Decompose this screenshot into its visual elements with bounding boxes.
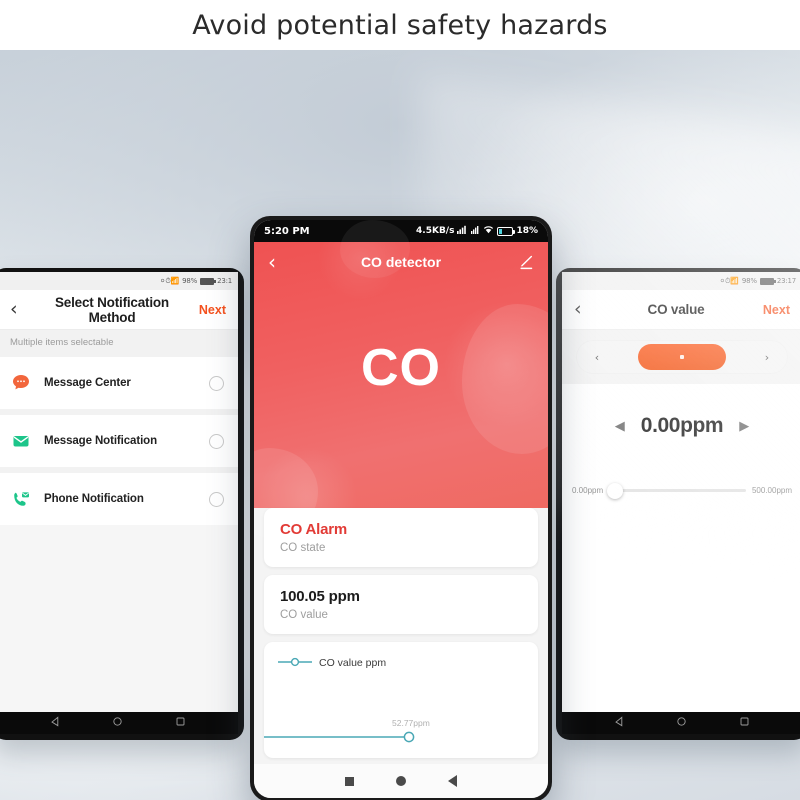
list-item-label: Message Center bbox=[44, 377, 131, 389]
scene-background: ⚪⏱📶 98% 23:1 ‹ Select Notification Metho… bbox=[0, 50, 800, 800]
right-phone: ⚪⏱📶 98% 23:17 ‹ CO value Next ‹ › ◀ 0.00… bbox=[556, 268, 800, 740]
chart-legend: CO value ppm bbox=[264, 654, 538, 672]
phone-message-icon bbox=[10, 488, 32, 510]
left-appbar: ‹ Select Notification Method Next bbox=[0, 290, 238, 330]
left-phone: ⚪⏱📶 98% 23:1 ‹ Select Notification Metho… bbox=[0, 268, 244, 740]
co-value-body: ◀ 0.00ppm ▶ 0.00ppm 500.00ppm bbox=[562, 384, 800, 714]
battery-pct: 18% bbox=[516, 226, 538, 236]
chevron-right-small-icon[interactable]: › bbox=[758, 351, 776, 364]
chevron-left-small-icon[interactable]: ‹ bbox=[588, 351, 606, 364]
next-button[interactable]: Next bbox=[756, 303, 790, 317]
center-phone: 5:20 PM 4.5KB/s 18% CO ‹ CO detector CO … bbox=[250, 216, 552, 800]
left-battery-pct: 98% bbox=[182, 277, 198, 285]
left-navbar bbox=[0, 712, 238, 734]
recents-square-icon[interactable] bbox=[345, 776, 354, 786]
message-bubble-icon bbox=[10, 372, 32, 394]
slider-track[interactable] bbox=[607, 482, 746, 499]
card-co-state[interactable]: CO Alarm CO state bbox=[264, 508, 538, 567]
signal-bars-icon bbox=[457, 225, 468, 237]
co-value-slider[interactable]: 0.00ppm 500.00ppm bbox=[562, 438, 800, 499]
battery-icon bbox=[759, 277, 776, 285]
banner: Avoid potential safety hazards bbox=[0, 0, 800, 50]
legend-label: CO value ppm bbox=[319, 657, 387, 669]
battery-icon bbox=[200, 277, 217, 285]
center-content: CO Alarm CO state 100.05 ppm CO value CO… bbox=[254, 508, 548, 758]
recents-square-icon[interactable] bbox=[739, 714, 750, 732]
segment-active-pill[interactable] bbox=[638, 344, 726, 370]
list-item-label: Message Notification bbox=[44, 435, 158, 447]
legend-marker-icon bbox=[278, 654, 312, 672]
slider-max-label: 500.00ppm bbox=[751, 486, 792, 495]
left-phone-screen: ⚪⏱📶 98% 23:1 ‹ Select Notification Metho… bbox=[0, 272, 238, 714]
battery-icon bbox=[497, 226, 516, 236]
co-logo-text: CO bbox=[361, 339, 441, 397]
right-phone-screen: ⚪⏱📶 98% 23:17 ‹ CO value Next ‹ › ◀ 0.00… bbox=[562, 272, 800, 714]
list-item-message-notification[interactable]: Message Notification bbox=[0, 415, 238, 467]
right-statusbar: ⚪⏱📶 98% 23:17 bbox=[562, 272, 800, 290]
card-co-chart[interactable]: CO value ppm 52.77ppm bbox=[264, 642, 538, 758]
chart-svg bbox=[264, 731, 415, 743]
back-triangle-icon[interactable] bbox=[50, 714, 61, 732]
home-circle-icon[interactable] bbox=[676, 714, 687, 732]
co-alarm-label: CO state bbox=[280, 542, 326, 554]
home-circle-icon[interactable] bbox=[112, 714, 123, 732]
radio-button[interactable] bbox=[209, 433, 224, 449]
chevron-left-icon[interactable]: ‹ bbox=[268, 252, 292, 272]
list-item-phone-notification[interactable]: Phone Notification bbox=[0, 473, 238, 525]
card-co-value[interactable]: 100.05 ppm CO value bbox=[264, 575, 538, 634]
radio-button[interactable] bbox=[209, 375, 224, 391]
left-statusbar: ⚪⏱📶 98% 23:1 bbox=[0, 272, 238, 290]
page-title: Select Notification Method bbox=[55, 294, 169, 325]
left-statusbar-icons: ⚪⏱📶 bbox=[159, 276, 180, 285]
chart-plot-area: 52.77ppm bbox=[264, 676, 538, 758]
center-navbar bbox=[254, 764, 548, 798]
page-title: CO detector bbox=[360, 254, 442, 270]
triangle-right-icon[interactable]: ▶ bbox=[739, 419, 749, 434]
right-appbar: ‹ CO value Next bbox=[562, 290, 800, 330]
slider-knob[interactable] bbox=[607, 482, 624, 499]
segment-pill-dot bbox=[680, 355, 684, 359]
right-clock: 23:17 bbox=[776, 277, 796, 285]
center-appbar: ‹ CO detector bbox=[254, 242, 548, 282]
co-value-stepper: ◀ 0.00ppm ▶ bbox=[562, 414, 800, 438]
triangle-left-icon[interactable]: ◀ bbox=[615, 419, 625, 434]
co-value-label: CO value bbox=[280, 609, 328, 621]
envelope-icon bbox=[10, 430, 32, 452]
next-button[interactable]: Next bbox=[192, 303, 226, 317]
radio-button[interactable] bbox=[209, 491, 224, 507]
back-triangle-icon[interactable] bbox=[614, 714, 625, 732]
selection-hint: Multiple items selectable bbox=[0, 330, 238, 357]
list-item-message-center[interactable]: Message Center bbox=[0, 357, 238, 409]
chevron-left-icon[interactable]: ‹ bbox=[10, 300, 32, 319]
signal-bars-secondary-icon bbox=[471, 225, 480, 237]
notification-method-list: Message Center Message Notification Phon… bbox=[0, 357, 238, 525]
center-phone-screen: 5:20 PM 4.5KB/s 18% CO ‹ CO detector CO … bbox=[254, 220, 548, 798]
wifi-icon bbox=[483, 225, 494, 237]
page-title: CO value bbox=[647, 302, 705, 317]
right-navbar bbox=[562, 712, 800, 734]
recents-square-icon[interactable] bbox=[175, 714, 186, 732]
banner-title: Avoid potential safety hazards bbox=[192, 9, 608, 41]
home-circle-icon[interactable] bbox=[396, 776, 406, 786]
segment-control-wrap: ‹ › bbox=[562, 330, 800, 384]
back-triangle-icon[interactable] bbox=[448, 775, 457, 787]
co-value-display: 0.00ppm bbox=[640, 414, 724, 437]
co-value-value: 100.05 ppm bbox=[280, 588, 360, 605]
chevron-left-icon[interactable]: ‹ bbox=[574, 300, 596, 319]
right-statusbar-icons: ⚪⏱📶 bbox=[719, 276, 739, 285]
segmented-control[interactable]: ‹ › bbox=[576, 340, 788, 374]
screenshot-root: Avoid potential safety hazards ⚪⏱📶 98% 2… bbox=[0, 0, 800, 800]
chart-point-label: 52.77ppm bbox=[392, 718, 430, 728]
network-speed: 4.5KB/s bbox=[416, 226, 455, 236]
co-alarm-value: CO Alarm bbox=[280, 521, 348, 538]
slider-min-label: 0.00ppm bbox=[572, 486, 604, 495]
right-battery-pct: 98% bbox=[741, 277, 757, 285]
clock: 5:20 PM bbox=[264, 225, 310, 237]
list-item-label: Phone Notification bbox=[44, 493, 144, 505]
left-clock: 23:1 bbox=[217, 277, 232, 285]
statusbar-indicators: 4.5KB/s 18% bbox=[416, 225, 538, 237]
pencil-edit-icon[interactable] bbox=[510, 254, 534, 271]
